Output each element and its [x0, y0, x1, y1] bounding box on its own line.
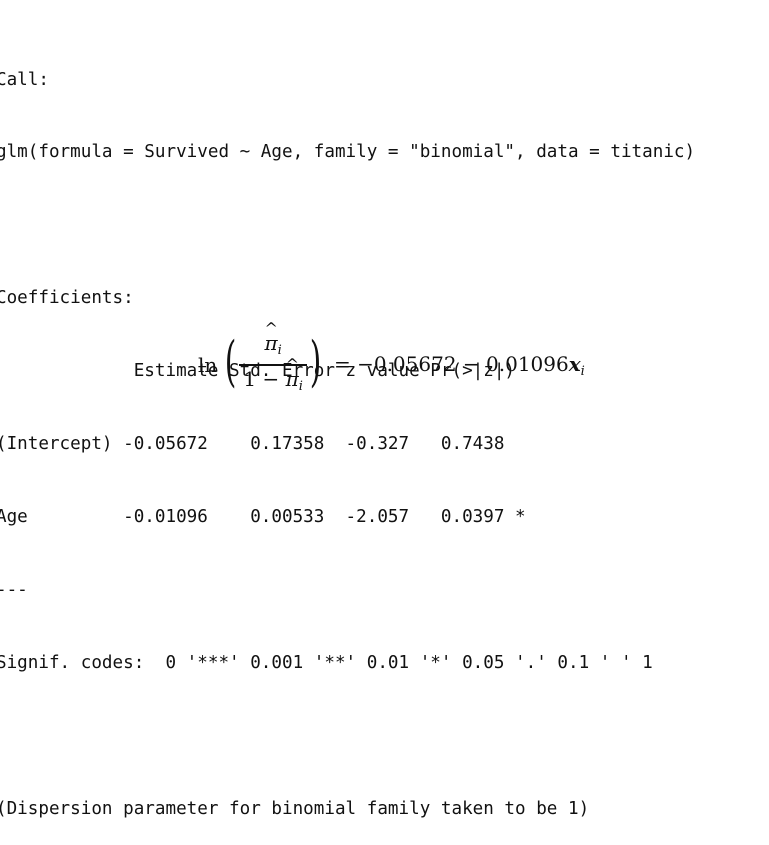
- fraction-numerator: ^ πi: [260, 321, 285, 364]
- signif-codes: Signif. codes: 0 '***' 0.001 '**' 0.01 '…: [0, 652, 653, 673]
- coefficients-row-age: Age -0.01096 0.00533 -2.057 0.0397 *: [0, 506, 526, 527]
- left-paren: (: [225, 330, 237, 393]
- subscript-i: i: [580, 363, 585, 379]
- equals-sign: =: [333, 351, 351, 376]
- right-paren: ): [309, 330, 322, 393]
- dispersion-note: (Dispersion parameter for binomial famil…: [0, 798, 590, 819]
- call-header: Call:: [0, 69, 49, 90]
- coefficients-header: Coefficients:: [0, 288, 134, 309]
- denominator-prefix: 1 −: [243, 366, 286, 391]
- hat-accent: ^: [264, 319, 278, 339]
- glm-call: glm(formula = Survived ~ Age, family = "…: [0, 142, 696, 163]
- hat-accent: ^: [285, 354, 299, 374]
- pi-hat-symbol: ^ π: [286, 356, 299, 392]
- equation-rhs: = −0.05672 − 0.01096xi: [334, 352, 585, 379]
- logit-equation: ln ( ^ πi 1 − ^ πi ) = −0.05672 − 0.01096x…: [198, 321, 585, 400]
- subscript-i: i: [298, 378, 303, 394]
- subscript-i: i: [277, 343, 282, 359]
- fraction-denominator: 1 − ^ πi: [239, 356, 307, 400]
- coefficients-row-intercept: (Intercept) -0.05672 0.17358 -0.327 0.74…: [0, 434, 505, 455]
- rhs-coefficients: −0.05672 − 0.01096: [357, 351, 569, 376]
- r-console-output: Call: glm(formula = Survived ~ Age, fami…: [0, 19, 695, 845]
- ln-operator: ln: [198, 353, 218, 377]
- separator-line: ---: [0, 579, 28, 600]
- x-variable: x: [568, 351, 581, 376]
- pi-hat-symbol: ^ π: [264, 321, 277, 356]
- odds-fraction: ^ πi 1 − ^ πi: [239, 321, 307, 400]
